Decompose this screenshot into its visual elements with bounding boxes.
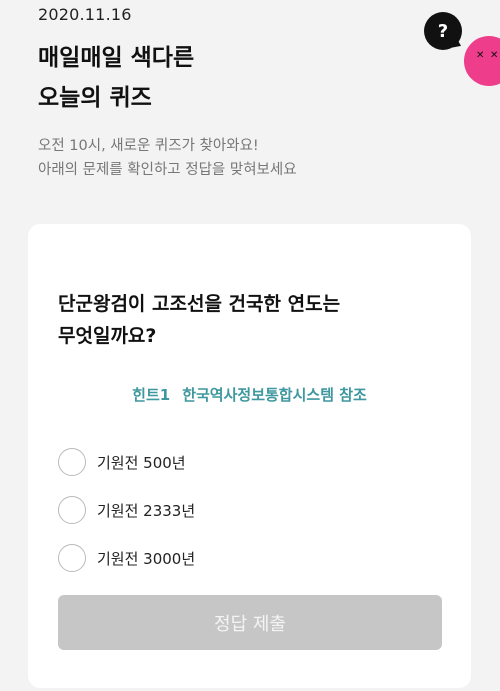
answer-option-label: 기원전 2333년 [97,501,196,520]
answer-option-label: 기원전 500년 [97,453,186,472]
mascot-eye-icon: ✕ [476,50,485,61]
quiz-hint[interactable]: 힌트1 한국역사정보통합시스템 참조 [28,384,471,405]
answer-option-3[interactable]: 기원전 3000년 [58,534,195,582]
hint-label: 힌트1 [132,386,171,404]
quiz-question-line2: 무엇일까요? [58,325,157,347]
radio-button[interactable] [58,544,86,572]
radio-button[interactable] [58,496,86,524]
page-title: 매일매일 색다른 오늘의 퀴즈 [38,38,194,118]
hint-text: 한국역사정보통합시스템 참조 [182,386,367,404]
radio-button[interactable] [58,448,86,476]
quiz-question: 단군왕검이 고조선을 건국한 연도는 무엇일까요? [58,288,340,352]
mascot-illustration: ? ✕ ✕ [420,12,500,92]
page-title-line2: 오늘의 퀴즈 [38,85,152,111]
quiz-page: 2020.11.16 매일매일 색다른 오늘의 퀴즈 오전 10시, 새로운 퀴… [0,0,500,691]
answer-option-2[interactable]: 기원전 2333년 [58,486,195,534]
answer-option-label: 기원전 3000년 [97,549,196,568]
page-description-line2: 아래의 문제를 확인하고 정답을 맞혀보세요 [38,162,297,178]
answer-options: 기원전 500년 기원전 2333년 기원전 3000년 [58,438,195,582]
quiz-card: 단군왕검이 고조선을 건국한 연도는 무엇일까요? 힌트1 한국역사정보통합시스템… [28,224,471,688]
mascot-character-icon: ✕ ✕ [464,36,500,86]
mascot-eye-icon: ✕ [490,50,499,61]
answer-option-1[interactable]: 기원전 500년 [58,438,195,486]
page-title-line1: 매일매일 색다른 [38,45,195,71]
submit-answer-button[interactable]: 정답 제출 [58,595,442,650]
quiz-date: 2020.11.16 [38,5,132,24]
page-description-line1: 오전 10시, 새로운 퀴즈가 찾아와요! [38,138,259,154]
quiz-question-line1: 단군왕검이 고조선을 건국한 연도는 [58,293,341,315]
page-description: 오전 10시, 새로운 퀴즈가 찾아와요! 아래의 문제를 확인하고 정답을 맞… [38,134,297,182]
question-mark-icon: ? [437,20,449,42]
